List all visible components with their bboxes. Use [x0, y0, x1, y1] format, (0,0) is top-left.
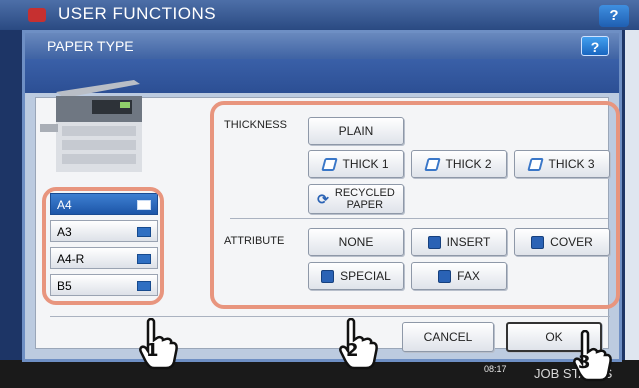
- app-logo-icon: [28, 8, 46, 22]
- dialog-title: PAPER TYPE: [47, 38, 134, 54]
- cancel-button[interactable]: CANCEL: [402, 322, 494, 352]
- app-title: USER FUNCTIONS: [58, 4, 217, 23]
- app-side-strip: [625, 30, 639, 360]
- step-number-2: 2: [346, 340, 359, 361]
- callout-frame-options: [210, 101, 620, 309]
- callout-frame-sizes: [42, 187, 164, 305]
- app-help-button[interactable]: ?: [599, 5, 629, 27]
- ok-label: OK: [545, 330, 563, 344]
- step-number-3: 3: [578, 352, 591, 373]
- clock: 08:17: [484, 364, 507, 374]
- footer-divider: [50, 316, 610, 317]
- printer-illustration: [40, 80, 142, 172]
- step-number-1: 1: [146, 340, 159, 361]
- dialog-help-button[interactable]: ?: [581, 36, 609, 56]
- dialog-title-bar: PAPER TYPE ?: [25, 33, 619, 59]
- clock-time: 08:17: [484, 364, 507, 374]
- cancel-label: CANCEL: [423, 330, 473, 344]
